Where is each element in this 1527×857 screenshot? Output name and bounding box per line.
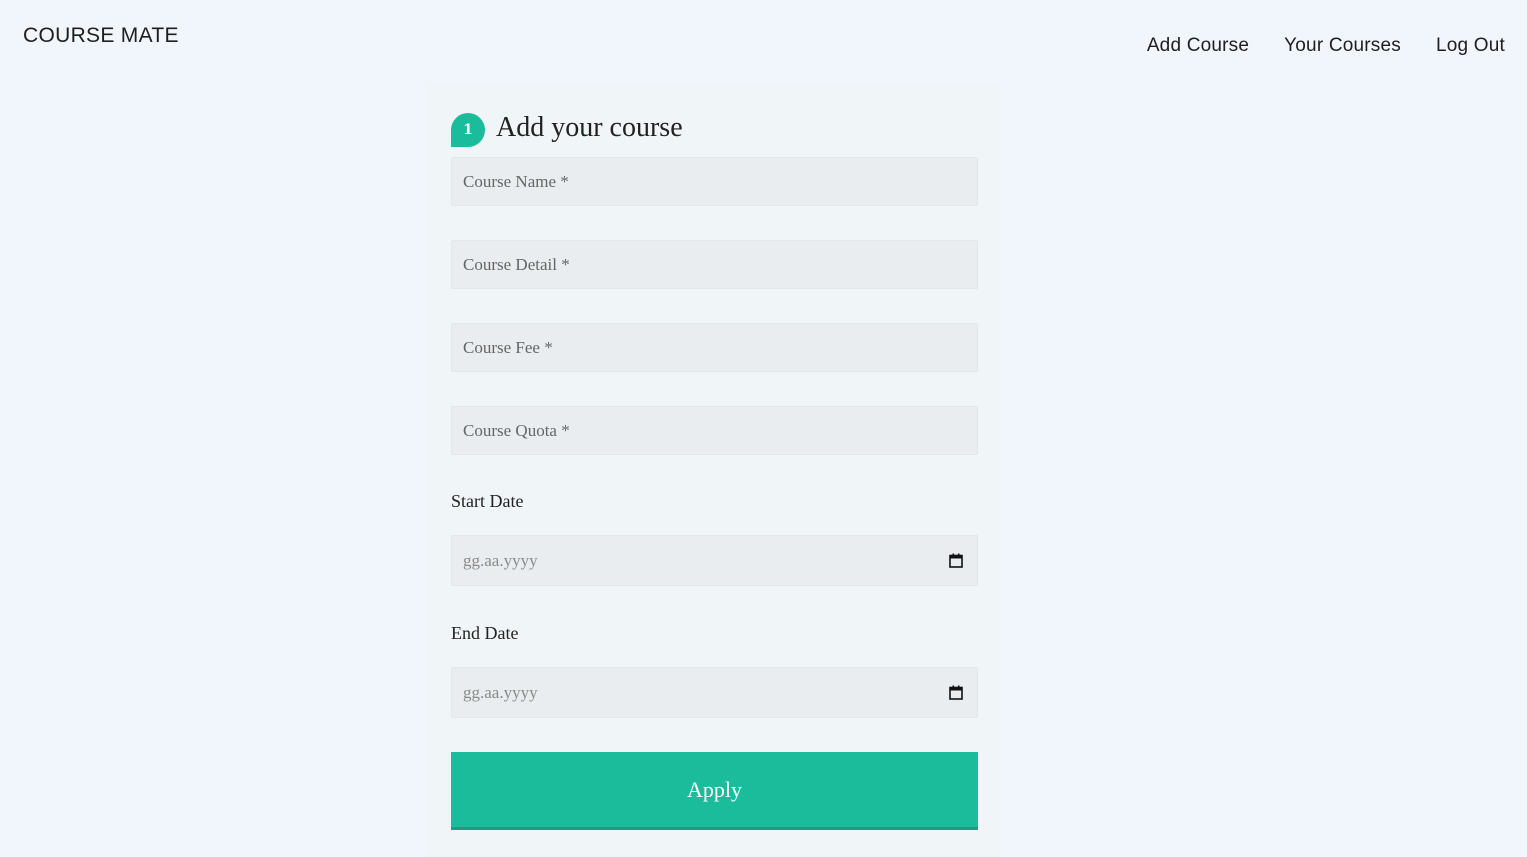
course-detail-input[interactable] [451,240,978,289]
apply-button[interactable]: Apply [451,752,978,830]
add-course-form: 1 Add your course Start Date End Date Ap… [427,85,1001,857]
end-date-field[interactable] [451,667,978,718]
main-nav: Add Course Your Courses Log Out [1147,35,1505,57]
end-date-label: End Date [451,623,519,643]
end-date-input[interactable] [452,668,977,717]
nav-add-course[interactable]: Add Course [1147,35,1249,57]
course-quota-input[interactable] [451,406,978,455]
start-date-label: Start Date [451,491,524,511]
step-badge: 1 [451,113,485,147]
calendar-icon[interactable] [949,685,963,700]
calendar-icon[interactable] [949,553,963,568]
start-date-input[interactable] [452,536,977,585]
course-fee-input[interactable] [451,323,978,372]
nav-your-courses[interactable]: Your Courses [1284,35,1401,57]
course-name-input[interactable] [451,157,978,206]
nav-log-out[interactable]: Log Out [1436,35,1505,57]
form-title: Add your course [496,112,683,143]
form-heading: 1 Add your course [451,109,683,147]
start-date-field[interactable] [451,535,978,586]
brand-logo[interactable]: COURSE MATE [23,24,179,48]
